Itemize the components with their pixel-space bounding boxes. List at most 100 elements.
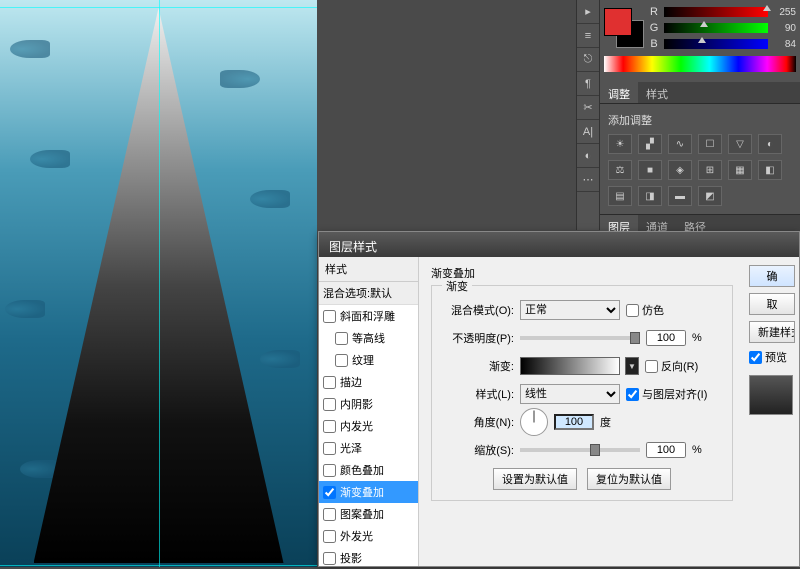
style-contour[interactable]: 等高线	[319, 327, 418, 349]
reverse-checkbox-wrap[interactable]: 反向(R)	[645, 358, 698, 374]
vibrance-icon[interactable]: ▽	[728, 134, 752, 154]
fish-shape	[250, 190, 290, 208]
style-inner-shadow[interactable]: 内阴影	[319, 393, 418, 415]
scale-slider[interactable]	[520, 448, 640, 452]
gradient-label: 渐变:	[442, 358, 514, 374]
style-drop-shadow[interactable]: 投影	[319, 547, 418, 569]
b-slider[interactable]	[664, 39, 768, 49]
align-layer-checkbox-wrap[interactable]: 与图层对齐(I)	[626, 386, 707, 402]
right-panels: R 255 G 90 B 84 调整 样式 添加调整	[600, 0, 800, 230]
style-bevel[interactable]: 斜面和浮雕	[319, 305, 418, 327]
r-slider[interactable]	[664, 7, 768, 17]
invert-icon[interactable]: ◧	[758, 160, 782, 180]
style-gradient-overlay[interactable]: 渐变叠加	[319, 481, 418, 503]
horizontal-guide[interactable]	[0, 565, 317, 566]
opacity-label: 不透明度(P):	[442, 330, 514, 346]
tool-icon[interactable]: A|	[577, 120, 599, 144]
gradient-preview[interactable]	[520, 357, 620, 375]
inner-glow-checkbox[interactable]	[323, 420, 336, 433]
contour-checkbox[interactable]	[335, 332, 348, 345]
align-layer-checkbox[interactable]	[626, 388, 639, 401]
hue-icon[interactable]: ◐	[758, 134, 782, 154]
gradient-overlay-checkbox[interactable]	[323, 486, 336, 499]
color-spectrum[interactable]	[604, 56, 796, 72]
style-pattern-overlay[interactable]: 图案叠加	[319, 503, 418, 525]
lookup-icon[interactable]: ▦	[728, 160, 752, 180]
tab-adjustments[interactable]: 调整	[600, 82, 638, 103]
style-label: 样式(L):	[442, 386, 514, 402]
b-value[interactable]: 84	[772, 39, 796, 50]
pattern-overlay-checkbox[interactable]	[323, 508, 336, 521]
texture-checkbox[interactable]	[335, 354, 348, 367]
balance-icon[interactable]: ⚖	[608, 160, 632, 180]
tool-icon[interactable]: ▸	[577, 0, 599, 24]
drop-shadow-checkbox[interactable]	[323, 552, 336, 565]
blend-mode-label: 混合模式(O):	[442, 302, 514, 318]
tool-icon[interactable]: ⋯	[577, 168, 599, 192]
add-adjustment-title: 添加调整	[608, 112, 792, 128]
reverse-checkbox[interactable]	[645, 360, 658, 373]
angle-input[interactable]	[554, 414, 594, 430]
photo-filter-icon[interactable]: ◈	[668, 160, 692, 180]
styles-header: 样式	[319, 257, 418, 282]
style-color-overlay[interactable]: 颜色叠加	[319, 459, 418, 481]
satin-checkbox[interactable]	[323, 442, 336, 455]
threshold-icon[interactable]: ◨	[638, 186, 662, 206]
opacity-slider[interactable]	[520, 336, 640, 340]
exposure-icon[interactable]: ☐	[698, 134, 722, 154]
tool-icon[interactable]: ◐	[577, 144, 599, 168]
ok-button[interactable]: 确	[749, 265, 795, 287]
section-title: 渐变叠加	[431, 265, 733, 281]
r-value[interactable]: 255	[772, 7, 796, 18]
gradient-style-select[interactable]: 线性	[520, 384, 620, 404]
bw-icon[interactable]: ■	[638, 160, 662, 180]
tool-icon[interactable]: ¶	[577, 72, 599, 96]
layer-style-dialog: 图层样式 样式 混合选项:默认 斜面和浮雕 等高线 纹理 描边 内阴影 内发光 …	[318, 231, 800, 567]
tool-icon[interactable]: ⎋	[577, 48, 599, 72]
gradient-dropdown-icon[interactable]: ▼	[625, 357, 639, 375]
channel-mixer-icon[interactable]: ⊞	[698, 160, 722, 180]
g-slider[interactable]	[664, 23, 768, 33]
cancel-button[interactable]: 取	[749, 293, 795, 315]
curves-icon[interactable]: ∿	[668, 134, 692, 154]
inner-shadow-checkbox[interactable]	[323, 398, 336, 411]
brightness-icon[interactable]: ☀	[608, 134, 632, 154]
preview-checkbox[interactable]	[749, 351, 762, 364]
scale-input[interactable]	[646, 442, 686, 458]
new-style-button[interactable]: 新建样式	[749, 321, 795, 343]
g-value[interactable]: 90	[772, 23, 796, 34]
foreground-color-swatch[interactable]	[604, 8, 632, 36]
style-outer-glow[interactable]: 外发光	[319, 525, 418, 547]
dither-checkbox[interactable]	[626, 304, 639, 317]
style-satin[interactable]: 光泽	[319, 437, 418, 459]
document-canvas[interactable]	[0, 0, 317, 567]
tool-icon[interactable]: ≡	[577, 24, 599, 48]
vertical-guide[interactable]	[159, 0, 160, 567]
reset-default-button[interactable]: 复位为默认值	[587, 468, 671, 490]
bevel-checkbox[interactable]	[323, 310, 336, 323]
dialog-title[interactable]: 图层样式	[319, 232, 799, 257]
opacity-input[interactable]	[646, 330, 686, 346]
tab-styles[interactable]: 样式	[638, 82, 676, 103]
color-overlay-checkbox[interactable]	[323, 464, 336, 477]
stroke-checkbox[interactable]	[323, 376, 336, 389]
posterize-icon[interactable]: ▤	[608, 186, 632, 206]
preview-checkbox-wrap[interactable]: 预览	[749, 349, 795, 365]
style-stroke[interactable]: 描边	[319, 371, 418, 393]
horizontal-guide[interactable]	[0, 7, 317, 8]
color-swatch-stack[interactable]	[604, 8, 644, 48]
selective-color-icon[interactable]: ◩	[698, 186, 722, 206]
set-default-button[interactable]: 设置为默认值	[493, 468, 577, 490]
style-inner-glow[interactable]: 内发光	[319, 415, 418, 437]
percent-label: %	[692, 332, 706, 344]
outer-glow-checkbox[interactable]	[323, 530, 336, 543]
gradient-map-icon[interactable]: ▬	[668, 186, 692, 206]
fish-shape	[10, 40, 50, 58]
angle-dial[interactable]	[520, 408, 548, 436]
style-texture[interactable]: 纹理	[319, 349, 418, 371]
tool-icon[interactable]: ✂	[577, 96, 599, 120]
dither-checkbox-wrap[interactable]: 仿色	[626, 302, 664, 318]
blend-mode-select[interactable]: 正常	[520, 300, 620, 320]
levels-icon[interactable]: ▞	[638, 134, 662, 154]
blending-options-item[interactable]: 混合选项:默认	[319, 282, 418, 305]
